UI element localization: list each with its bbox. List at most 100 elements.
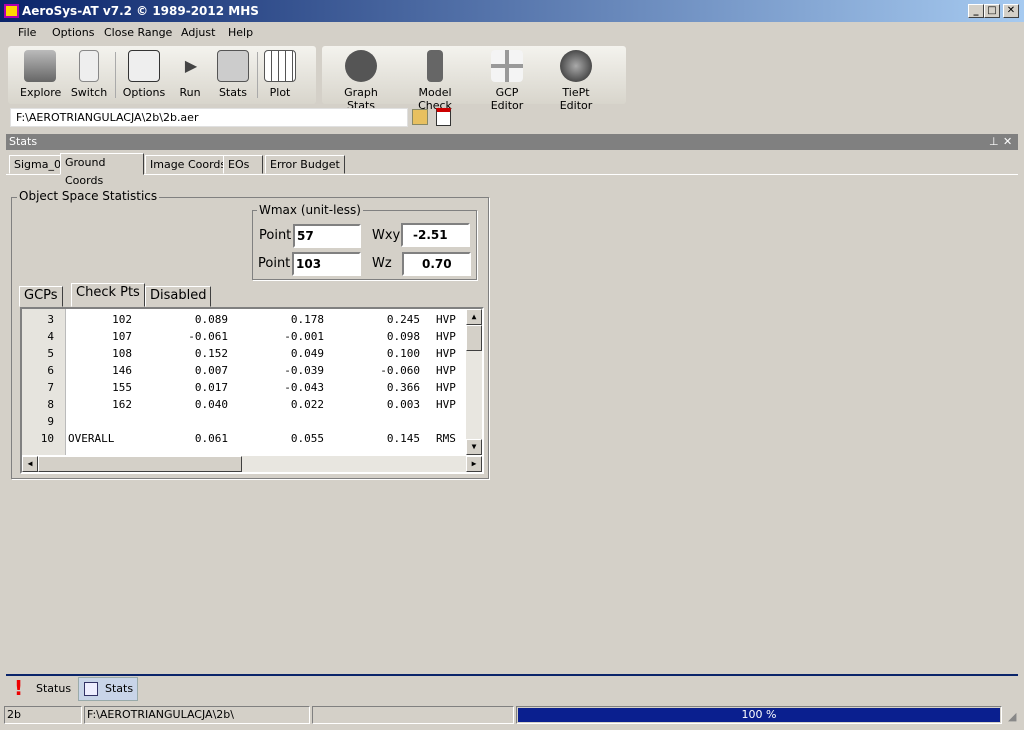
subtab-disabled[interactable]: Disabled [145, 286, 212, 307]
tab-sigma-0[interactable]: Sigma_0 [9, 155, 66, 174]
point-type: HVP [436, 313, 456, 326]
dz-value: 0.245 [386, 313, 420, 326]
progress-fill: 100 % [518, 708, 1000, 722]
menu-help[interactable]: Help [228, 26, 253, 39]
progress-text: 100 % [741, 708, 777, 721]
table-row[interactable]: 9 [22, 415, 466, 432]
tab-image-coords[interactable]: Image Coords [145, 155, 232, 174]
wz-point-field[interactable]: 103 [292, 252, 361, 276]
tab-error-budget[interactable]: Error Budget [265, 155, 345, 174]
menu-file[interactable]: File [18, 26, 36, 39]
stats-button[interactable]: Stats [215, 50, 251, 99]
dy-value: 0.049 [290, 347, 324, 360]
scroll-up-button[interactable]: ▲ [466, 309, 482, 325]
scroll-right-button[interactable]: ▶ [466, 456, 482, 472]
explore-button[interactable]: Explore [20, 50, 62, 99]
gcp-editor-button[interactable]: GCP Editor [478, 50, 536, 112]
graph-stats-button[interactable]: Graph Stats [330, 50, 392, 112]
dx-value: 0.040 [194, 398, 228, 411]
label: Stats [218, 86, 248, 99]
dz-value: -0.060 [380, 364, 420, 377]
wxy-point-field[interactable]: 57 [293, 224, 361, 248]
row-number: 5 [47, 347, 54, 360]
panel-title: Stats [9, 135, 38, 148]
wxy-field[interactable]: -2.51 [401, 223, 470, 247]
row-number: 4 [47, 330, 54, 343]
table-row[interactable]: 5 108 0.152 0.049 0.100 HVP [22, 347, 466, 364]
point-id: 155 [112, 381, 132, 394]
divider [115, 52, 116, 98]
wxy-label: Wxy [372, 228, 401, 243]
panel-header: Stats [6, 134, 1018, 150]
point-type: RMS [436, 432, 456, 445]
model-check-button[interactable]: Model Check [403, 50, 467, 112]
dz-value: 0.003 [386, 398, 420, 411]
open-folder-icon[interactable] [412, 109, 428, 125]
dy-value: -0.001 [284, 330, 324, 343]
scroll-left-button[interactable]: ◀ [22, 456, 38, 472]
label: TiePt Editor [559, 86, 593, 112]
row-number: 6 [47, 364, 54, 377]
label: Explore [20, 86, 62, 99]
wz-field[interactable]: 0.70 [402, 252, 471, 276]
label: Options [122, 86, 166, 99]
horizontal-scroll-thumb[interactable] [38, 456, 242, 472]
row-number: 9 [47, 415, 54, 428]
scroll-down-button[interactable]: ▼ [466, 439, 482, 455]
dx-value: 0.007 [194, 364, 228, 377]
point-id: 162 [112, 398, 132, 411]
label: Switch [70, 86, 108, 99]
point-type: HVP [436, 398, 456, 411]
table-row[interactable]: 10 OVERALL 0.061 0.055 0.145 RMS [22, 432, 466, 449]
dy-value: 0.022 [290, 398, 324, 411]
row-number: 10 [40, 432, 54, 445]
table-row[interactable]: 7 155 0.017 -0.043 0.366 HVP [22, 381, 466, 398]
point-id: 108 [112, 347, 132, 360]
magnifier-icon [84, 682, 98, 696]
dz-value: 0.098 [386, 330, 420, 343]
menu-adjust[interactable]: Adjust [181, 26, 215, 39]
table-row[interactable]: 3 102 0.089 0.178 0.245 HVP [22, 313, 466, 330]
divider [257, 52, 258, 98]
options-button[interactable]: Options [122, 50, 166, 99]
label: Plot [269, 86, 291, 99]
grid-icon [264, 50, 296, 82]
subtab-gcps[interactable]: GCPs [19, 286, 63, 307]
dx-value: 0.061 [194, 432, 228, 445]
label: GCP Editor [490, 86, 524, 112]
subtab-check-pts[interactable]: Check Pts [71, 283, 145, 307]
switch-button[interactable]: Switch [70, 50, 108, 99]
play-icon: ▶ [184, 56, 198, 75]
resize-grip-icon[interactable]: ◢ [1008, 710, 1016, 723]
point-id: 146 [112, 364, 132, 377]
computer-icon [24, 50, 56, 82]
point-id: OVERALL [68, 432, 115, 445]
pin-icon[interactable]: ⊥ [989, 135, 999, 148]
plot-button[interactable]: Plot [264, 50, 296, 99]
table-row[interactable]: 8 162 0.040 0.022 0.003 HVP [22, 398, 466, 415]
table-row[interactable]: 4 107 -0.061 -0.001 0.098 HVP [22, 330, 466, 347]
tab-eos[interactable]: EOs [223, 155, 263, 174]
menu-options[interactable]: Options [52, 26, 94, 39]
maximize-button[interactable]: □ [984, 4, 1000, 18]
close-button[interactable]: ✕ [1003, 4, 1019, 18]
point-type: HVP [436, 347, 456, 360]
window-title: AeroSys-AT v7.2 © 1989-2012 MHS [22, 4, 259, 18]
menu-close-range[interactable]: Close Range [104, 26, 172, 39]
panel-close-icon[interactable]: ✕ [1003, 135, 1012, 148]
vertical-scroll-thumb[interactable] [466, 325, 482, 351]
check-points-table: 3 102 0.089 0.178 0.245 HVP 4 107 -0.061 -0.001 0.… [20, 307, 484, 474]
label: Run [179, 86, 201, 99]
dz-value: 0.100 [386, 347, 420, 360]
table-row[interactable]: 6 146 0.007 -0.039 -0.060 HVP [22, 364, 466, 381]
document-icon[interactable] [436, 108, 451, 126]
project-path-input[interactable]: F:\AEROTRIANGULACJA\2b\2b.aer [10, 108, 408, 127]
dx-value: 0.152 [194, 347, 228, 360]
run-button[interactable]: ▶ Run [175, 50, 205, 99]
tiept-editor-button[interactable]: TiePt Editor [546, 50, 606, 112]
tab-ground-coords[interactable]: Ground Coords [60, 153, 144, 187]
status-project: 2b [4, 706, 82, 724]
row-number: 8 [47, 398, 54, 411]
minimize-button[interactable]: _ [968, 4, 984, 18]
point-type: HVP [436, 364, 456, 377]
